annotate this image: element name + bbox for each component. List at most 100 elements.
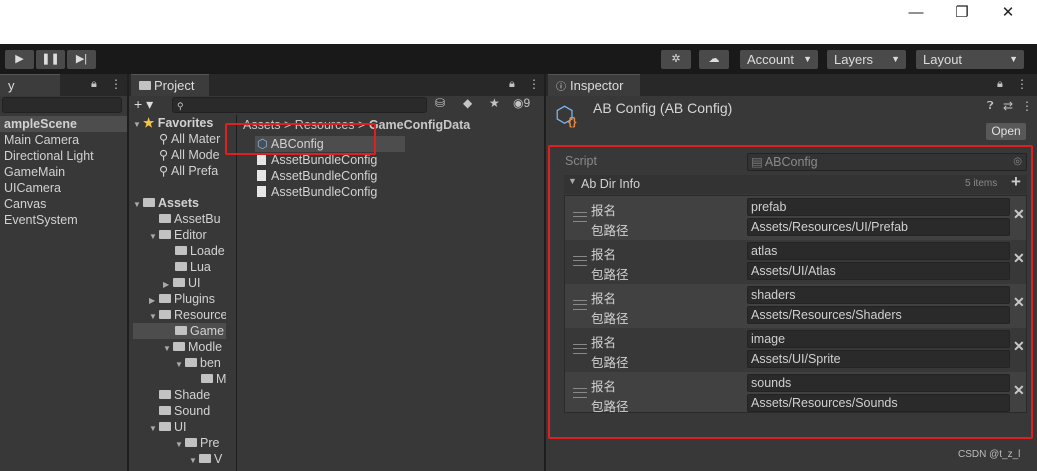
scene-header[interactable]: ampleScene bbox=[0, 116, 127, 132]
tab-project-label: Project bbox=[154, 78, 195, 93]
folder-item[interactable]: Sound bbox=[133, 403, 226, 419]
file-item[interactable]: AssetBundleConfig bbox=[255, 184, 405, 200]
folder-item[interactable]: ▼ Modle bbox=[133, 339, 226, 355]
hierarchy-item[interactable]: GameMain bbox=[4, 164, 94, 180]
help-icon[interactable]: ❓︎ bbox=[987, 100, 994, 113]
hidden-packages-toggle[interactable]: ◉9 bbox=[513, 96, 530, 110]
favorites-header[interactable]: ▼ ★ Favorites bbox=[133, 115, 226, 131]
folder-item[interactable]: ▼ Editor bbox=[133, 227, 226, 243]
chevron-down-icon: ▼ bbox=[133, 120, 141, 129]
hierarchy-search-input[interactable] bbox=[2, 97, 122, 113]
folder-item[interactable]: ▼ Pre bbox=[133, 435, 226, 451]
open-button[interactable]: Open bbox=[986, 123, 1026, 140]
presets-icon[interactable]: ⇄ bbox=[1003, 99, 1013, 113]
add-asset-button[interactable]: + ▾ bbox=[134, 96, 153, 113]
services-icon[interactable]: ✲ bbox=[661, 50, 691, 69]
project-tabbar: Project 🔒︎ ⋮ bbox=[129, 74, 544, 96]
window-title-bar: — ❐ ✕ bbox=[0, 0, 1037, 44]
tab-inspector-label: Inspector bbox=[570, 78, 624, 93]
chevron-down-icon: ▼ bbox=[149, 424, 157, 433]
hierarchy-item[interactable]: Main Camera bbox=[4, 132, 94, 148]
pause-button[interactable]: ❚❚ bbox=[36, 50, 65, 69]
folder-item[interactable]: AssetBu bbox=[133, 211, 226, 227]
search-icon: ⚲ bbox=[159, 132, 169, 146]
breadcrumb-item-current[interactable]: GameConfigData bbox=[369, 118, 470, 132]
folder-label: Sound bbox=[174, 404, 211, 418]
chevron-down-icon: ▼ bbox=[149, 232, 157, 241]
folder-label: ben bbox=[200, 356, 221, 370]
more-icon[interactable]: ⋮ bbox=[1016, 77, 1028, 91]
lock-icon[interactable]: 🔒︎ bbox=[91, 78, 97, 91]
close-icon[interactable]: ✕ bbox=[998, 4, 1018, 22]
more-icon[interactable]: ⋮ bbox=[1021, 99, 1033, 113]
assets-header[interactable]: ▼ Assets bbox=[133, 195, 226, 211]
folder-label: Game bbox=[190, 324, 225, 338]
star-icon: ★ bbox=[143, 116, 155, 130]
chevron-right-icon: ▶ bbox=[163, 280, 170, 289]
folder-item[interactable]: ▼ Resource bbox=[133, 307, 226, 323]
hierarchy-item[interactable]: EventSystem bbox=[4, 212, 94, 228]
play-button[interactable]: ▶ bbox=[5, 50, 34, 69]
folder-item[interactable]: Lua bbox=[133, 259, 226, 275]
folder-icon bbox=[159, 390, 171, 400]
folder-item[interactable]: Loade bbox=[133, 243, 226, 259]
favorite-item[interactable]: ⚲ All Mater bbox=[133, 131, 226, 147]
folder-item[interactable]: Shade bbox=[133, 387, 226, 403]
minimize-icon[interactable]: — bbox=[906, 4, 926, 22]
lock-icon[interactable]: 🔒︎ bbox=[509, 78, 515, 91]
folder-label: Plugins bbox=[174, 292, 215, 306]
folder-item[interactable]: ▼ V bbox=[133, 451, 226, 467]
cloud-icon[interactable]: ☁ bbox=[699, 50, 729, 69]
folder-icon bbox=[175, 246, 187, 256]
chevron-down-icon: ▼ bbox=[149, 312, 157, 321]
account-dropdown[interactable]: Account ▼ bbox=[740, 50, 818, 69]
folder-item[interactable]: ▶ Plugins bbox=[133, 291, 226, 307]
folder-item-selected[interactable]: Game bbox=[133, 323, 226, 339]
hierarchy-item[interactable]: UICamera bbox=[4, 180, 94, 196]
more-icon[interactable]: ⋮ bbox=[528, 77, 540, 91]
layout-dropdown[interactable]: Layout ▼ bbox=[916, 50, 1024, 69]
layers-dropdown[interactable]: Layers ▼ bbox=[827, 50, 906, 69]
folder-icon bbox=[173, 278, 185, 288]
chevron-down-icon: ▼ bbox=[163, 344, 171, 353]
highlight-box bbox=[548, 145, 1033, 439]
folder-icon bbox=[159, 422, 171, 432]
more-icon[interactable]: ⋮ bbox=[110, 77, 122, 91]
folder-icon bbox=[159, 310, 171, 320]
inspector-tabbar: ⓘ Inspector 🔒︎ ⋮ bbox=[546, 74, 1037, 96]
folder-item[interactable]: ▶ UI bbox=[133, 275, 226, 291]
folder-icon bbox=[175, 326, 187, 336]
hierarchy-item[interactable]: Canvas bbox=[4, 196, 94, 212]
favorites-label: Favorites bbox=[157, 116, 214, 130]
folder-item[interactable]: M bbox=[133, 371, 226, 387]
tab-inspector[interactable]: ⓘ Inspector bbox=[548, 74, 640, 96]
layout-label: Layout bbox=[923, 52, 963, 67]
tab-project[interactable]: Project bbox=[131, 74, 209, 96]
search-icon: ⚲ bbox=[159, 164, 169, 178]
maximize-icon[interactable]: ❐ bbox=[952, 4, 972, 22]
file-item[interactable]: AssetBundleConfig bbox=[255, 168, 405, 184]
favorite-star-icon[interactable]: ★ bbox=[489, 96, 500, 110]
assets-label: Assets bbox=[158, 196, 199, 210]
search-icon: ⚲ bbox=[159, 148, 169, 162]
lock-icon[interactable]: 🔒︎ bbox=[997, 78, 1003, 91]
tree-divider[interactable] bbox=[236, 115, 237, 471]
tab-hierarchy[interactable]: y bbox=[0, 74, 60, 96]
folder-icon bbox=[175, 262, 187, 272]
favorite-item-label: All Mater bbox=[170, 132, 221, 146]
step-button[interactable]: ▶| bbox=[67, 50, 96, 69]
file-label: AssetBundleConfig bbox=[271, 185, 378, 199]
hierarchy-item[interactable]: Directional Light bbox=[4, 148, 94, 164]
filter-type-icon[interactable]: ⛁ bbox=[435, 96, 445, 110]
hidden-count: 9 bbox=[523, 96, 531, 110]
folder-icon bbox=[199, 454, 211, 464]
chevron-right-icon: ▶ bbox=[149, 296, 156, 305]
project-search-input[interactable]: ⚲ bbox=[172, 97, 427, 113]
folder-item[interactable]: ▼ UI bbox=[133, 419, 226, 435]
eye-slash-icon: ◉ bbox=[513, 96, 524, 110]
folder-item[interactable]: ▼ ben bbox=[133, 355, 226, 371]
folder-label: Editor bbox=[174, 228, 207, 242]
favorite-item[interactable]: ⚲ All Prefa bbox=[133, 163, 226, 179]
favorite-item[interactable]: ⚲ All Mode bbox=[133, 147, 226, 163]
filter-label-icon[interactable]: ◆ bbox=[463, 96, 472, 110]
